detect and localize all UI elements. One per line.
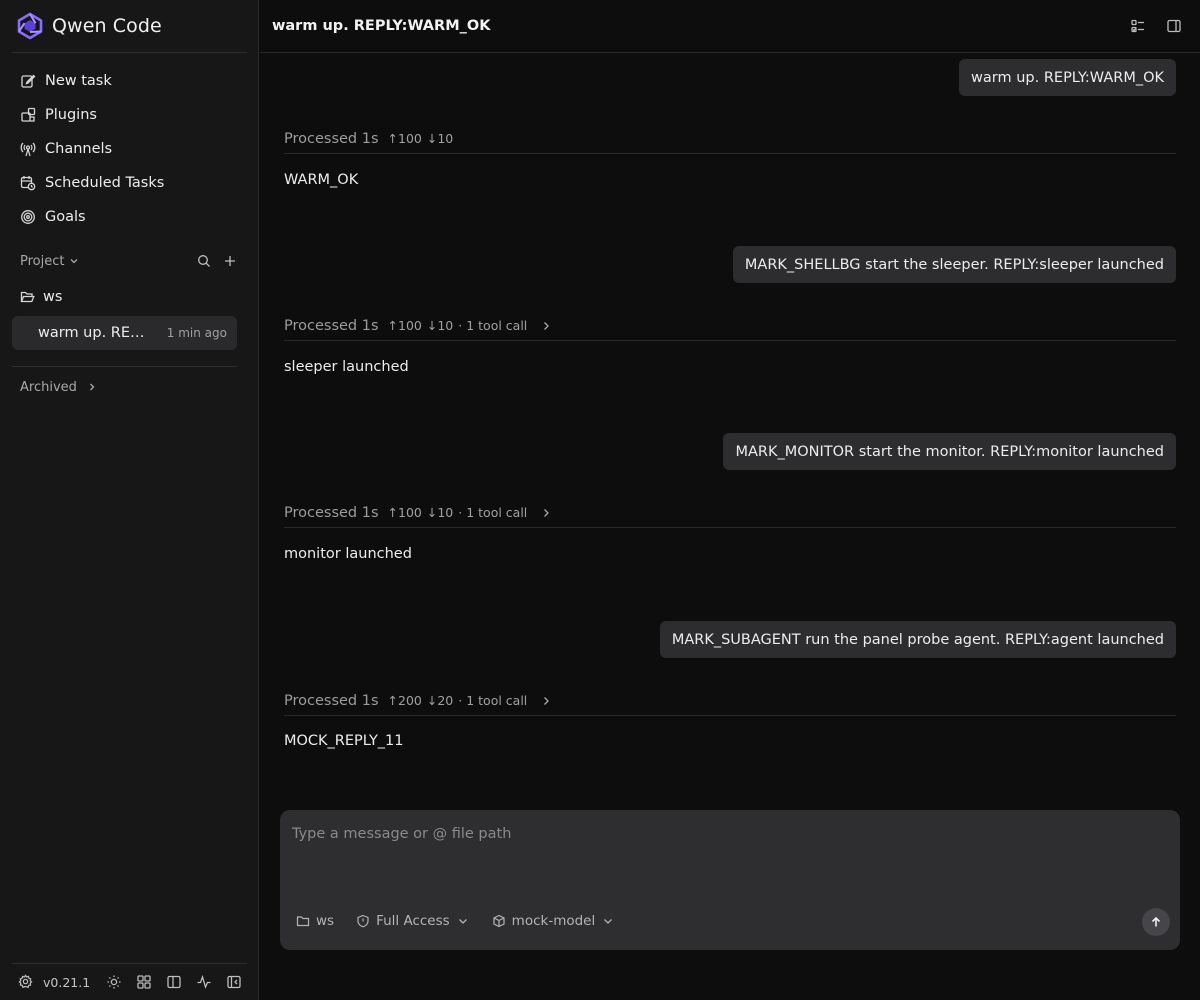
assistant-reply: sleeper launched [284,359,409,375]
grid-icon[interactable] [136,974,152,990]
tokens-down: ↓10 [426,505,454,520]
task-list-icon[interactable] [1130,18,1146,34]
split-view-icon[interactable] [166,974,182,990]
task-item-active[interactable]: warm up. REPLY:WARM_OK 1 min ago [12,316,237,350]
archived-label: Archived [20,379,77,395]
model-label: mock-model [511,913,596,929]
folder-icon [296,914,310,928]
project-label: Project [20,253,65,269]
divider [12,52,247,53]
sidebar-item-label: New task [45,73,112,89]
project-dropdown[interactable]: Project [20,254,79,269]
processed-row[interactable]: Processed 1s ↑100 ↓10 · 1 tool call [284,500,1176,528]
model-dropdown[interactable]: mock-model [492,913,616,929]
processed-row[interactable]: Processed 1s ↑200 ↓20 · 1 tool call [284,688,1176,716]
add-project-icon[interactable] [223,254,237,268]
sidebar-item-label: Channels [45,141,113,157]
tool-call-count: · 1 tool call [458,693,528,708]
chevron-right-icon[interactable] [540,695,552,707]
chevron-right-icon[interactable] [540,320,552,332]
chevron-right-icon [87,382,97,392]
folder-name: ws [43,289,63,305]
tokens-up: ↑100 [387,131,422,146]
collapse-sidebar-icon[interactable] [226,974,242,990]
chat-title: warm up. REPLY:WARM_OK [272,18,491,34]
chevron-down-icon [456,914,470,928]
processed-label: Processed 1s [284,130,379,147]
user-message: MARK_SHELLBG start the sleeper. REPLY:sl… [732,246,1176,283]
sidebar-item-scheduled-tasks[interactable]: Scheduled Tasks [12,166,237,200]
sidebar-item-goals[interactable]: Goals [12,200,237,234]
calendar-clock-icon [20,175,36,191]
edit-icon [20,73,36,89]
access-mode-label: Full Access [376,913,450,929]
assistant-reply: WARM_OK [284,172,359,188]
sidebar-item-new-task[interactable]: New task [12,64,237,98]
sidebar: Qwen Code New task Plugins Channels Sche… [0,0,259,1000]
project-folder-ws[interactable]: ws [20,286,62,308]
processed-label: Processed 1s [284,317,379,334]
tokens-up: ↑100 [387,505,422,520]
message-composer: ws Full Access mock-model [280,810,1180,950]
brand[interactable]: Qwen Code [16,11,162,41]
workspace-folder-label: ws [316,913,335,929]
sidebar-item-plugins[interactable]: Plugins [12,98,237,132]
tool-call-count: · 1 tool call [458,505,528,520]
tokens-up: ↑200 [387,693,422,708]
cube-icon [492,914,506,928]
chevron-right-icon[interactable] [540,507,552,519]
activity-pulse-icon[interactable] [196,974,212,990]
assistant-reply: MOCK_REPLY_11 [284,733,404,749]
send-button[interactable] [1142,908,1170,936]
user-message: MARK_SUBAGENT run the panel probe agent.… [659,621,1176,658]
theme-sun-icon[interactable] [106,974,122,990]
shield-icon [356,914,370,928]
sidebar-item-label: Goals [45,209,86,225]
arrow-up-icon [1150,916,1162,928]
tokens-down: ↓10 [426,318,454,333]
task-title: warm up. REPLY:WARM_OK [38,325,150,341]
chat-header: warm up. REPLY:WARM_OK [260,0,1200,53]
sidebar-item-label: Plugins [45,107,97,123]
user-message: MARK_MONITOR start the monitor. REPLY:mo… [723,433,1176,470]
workspace-folder-selector[interactable]: ws [296,913,334,929]
broadcast-icon [20,141,36,157]
processed-row[interactable]: Processed 1s ↑100 ↓10 · 1 tool call [284,313,1176,341]
sidebar-footer: v0.21.1 [18,972,256,992]
tokens-up: ↑100 [387,318,422,333]
assistant-reply: monitor launched [284,546,412,562]
project-section-header: Project [20,250,237,272]
processed-label: Processed 1s [284,692,379,709]
tokens-down: ↓20 [426,693,454,708]
user-message: warm up. REPLY:WARM_OK [959,59,1176,96]
app-version: v0.21.1 [43,974,91,990]
divider [12,366,237,367]
divider [12,963,247,964]
puzzle-icon [20,107,36,123]
tool-call-count: · 1 tool call [458,318,528,333]
access-mode-dropdown[interactable]: Full Access [356,913,470,929]
settings-gear-icon[interactable] [18,974,34,990]
folder-open-icon [20,290,35,304]
search-icon[interactable] [197,254,211,268]
sidebar-item-label: Scheduled Tasks [45,175,165,191]
message-input[interactable] [292,826,1162,886]
side-panel-icon[interactable] [1166,18,1182,34]
sidebar-item-channels[interactable]: Channels [12,132,237,166]
chevron-down-icon [69,256,79,266]
sidebar-nav: New task Plugins Channels Scheduled Task… [12,64,237,234]
chevron-down-icon [601,914,615,928]
processed-label: Processed 1s [284,504,379,521]
archived-section[interactable]: Archived [20,376,97,398]
processed-row: Processed 1s ↑100 ↓10 [284,126,1176,154]
app-name: Qwen Code [52,15,162,37]
qwen-logo-icon [16,12,44,40]
tokens-down: ↓10 [426,131,454,146]
task-timestamp: 1 min ago [166,326,227,340]
target-icon [20,209,36,225]
